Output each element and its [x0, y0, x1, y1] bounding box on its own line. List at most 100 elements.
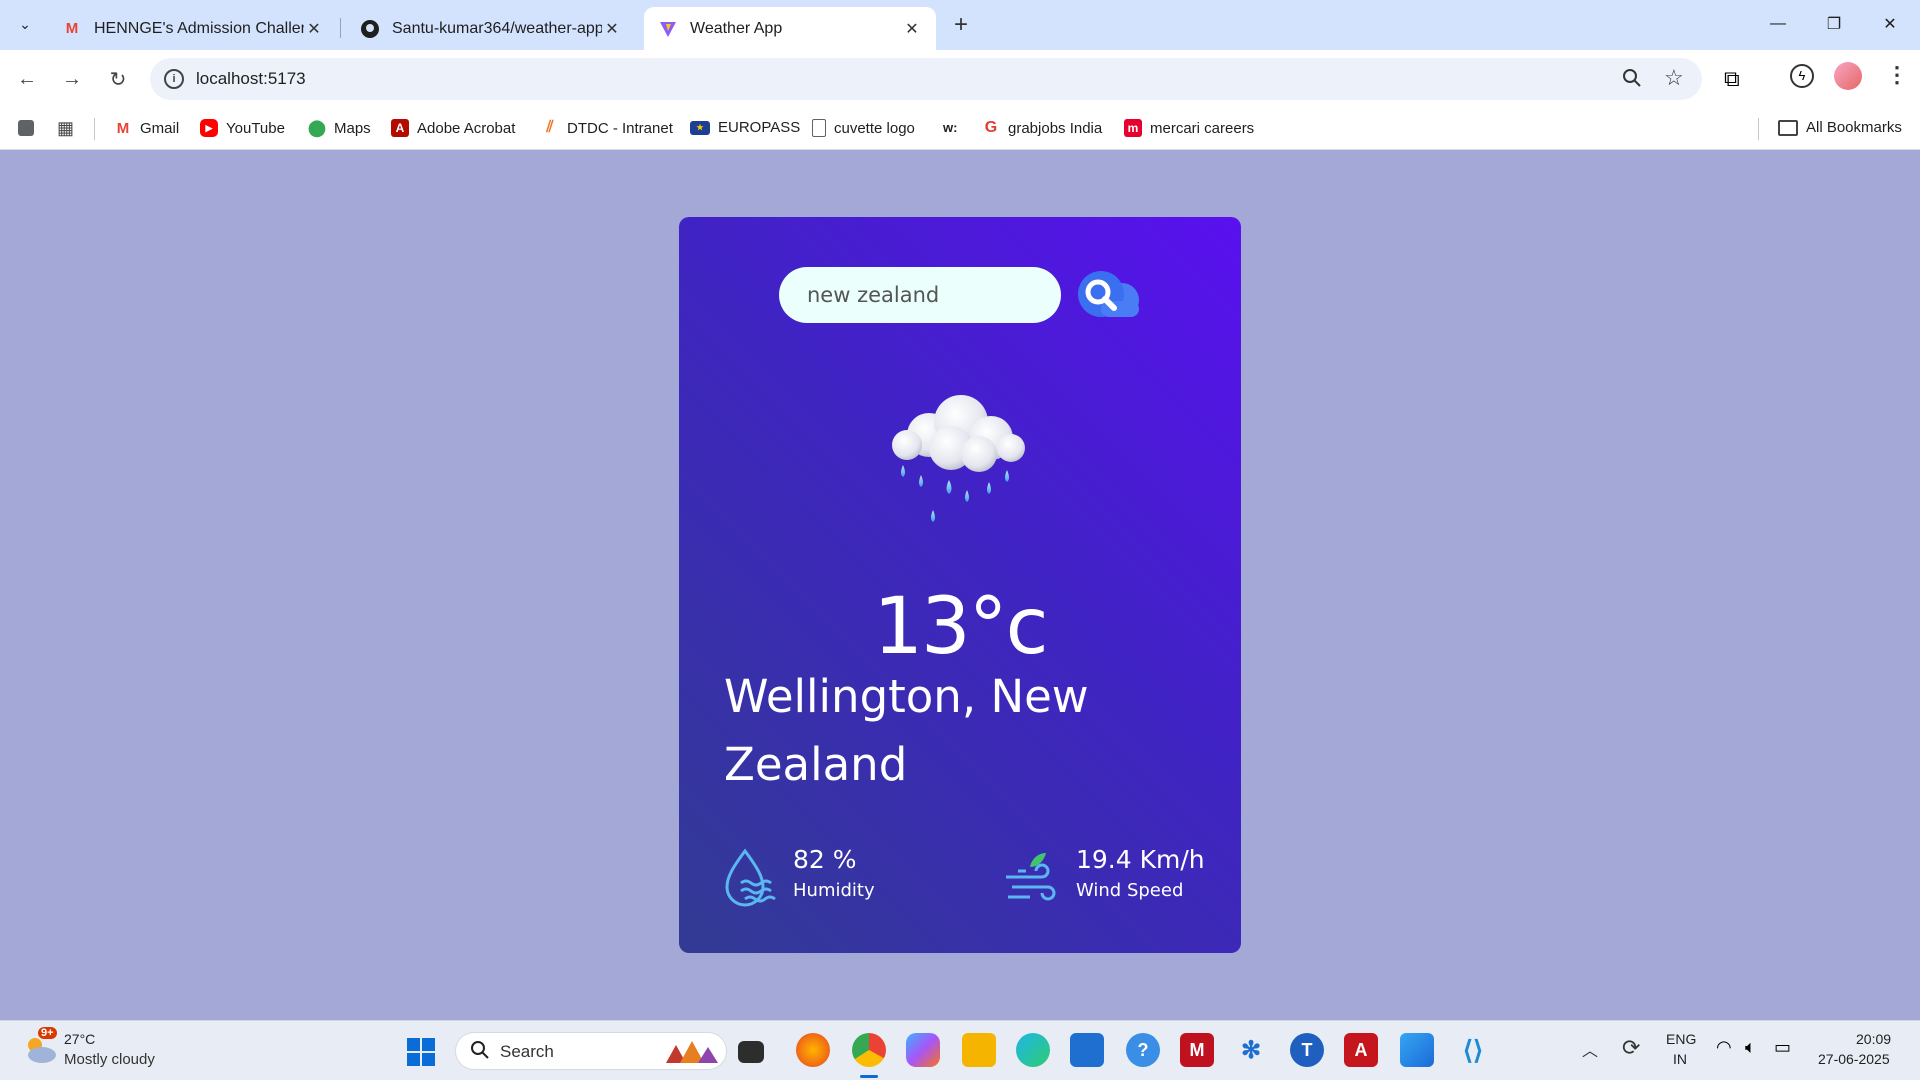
bookmark-label: Adobe Acrobat	[417, 119, 516, 137]
close-icon[interactable]: ✕	[902, 19, 922, 39]
eu-flag-icon: ★	[690, 120, 710, 135]
weather-widget[interactable]: 9+	[22, 1027, 58, 1067]
bookmarks-bar: ▦ M Gmail ▶ YouTube ⬤ Maps A Adobe Acrob…	[0, 108, 1920, 150]
gmail-icon: M	[65, 20, 79, 37]
tab-github[interactable]: Santu-kumar364/weather-app: ✕	[346, 7, 636, 50]
snipping-icon[interactable]: ✻	[1234, 1033, 1268, 1067]
zoom-icon[interactable]	[1622, 68, 1642, 94]
clock-date[interactable]: 27-06-2025	[1818, 1051, 1890, 1067]
file-explorer-icon[interactable]	[962, 1033, 996, 1067]
menu-dots-icon[interactable]: ⋮	[1886, 62, 1908, 88]
dtdc-icon: ⫽	[546, 119, 554, 136]
avatar[interactable]	[1834, 62, 1862, 90]
divider	[1758, 118, 1759, 140]
wind-value: 19.4 Km/h	[1076, 845, 1205, 874]
restore-button[interactable]: ❐	[1806, 0, 1862, 48]
windows-taskbar: 9+ 27°C Mostly cloudy Search ? M ✻ T A ⟨…	[0, 1020, 1920, 1080]
acrobat-icon[interactable]: A	[1344, 1033, 1378, 1067]
help-icon[interactable]: ?	[1126, 1033, 1160, 1067]
firefox-icon[interactable]	[796, 1033, 830, 1067]
edge-icon[interactable]	[1016, 1033, 1050, 1067]
clock-time[interactable]: 20:09	[1856, 1031, 1891, 1047]
weather-card: 13°c Wellington, New Zealand 82 % Humidi…	[679, 217, 1241, 953]
city-search-input[interactable]	[779, 267, 1061, 323]
bookmark-mercari[interactable]: m mercari careers	[1124, 119, 1254, 137]
wifi-icon[interactable]: ◠	[1716, 1037, 1732, 1058]
taskbar-search[interactable]: Search	[455, 1032, 727, 1070]
bookmark-dtdc[interactable]: ⫽ DTDC - Intranet	[541, 119, 673, 137]
reload-button[interactable]: ↻	[103, 64, 133, 94]
bookmark-europass[interactable]: ★ EUROPASS	[690, 119, 800, 136]
back-button[interactable]: ←	[12, 64, 42, 94]
sync-icon[interactable]: ⟳	[1622, 1035, 1640, 1061]
app-icon[interactable]	[18, 120, 34, 136]
copilot-icon[interactable]	[906, 1033, 940, 1067]
arrow-right-icon: →	[62, 67, 82, 90]
chevron-up-icon[interactable]: ︿	[1582, 1037, 1598, 1061]
site-info-icon[interactable]: i	[164, 69, 184, 89]
url-text[interactable]: localhost:5173	[196, 69, 306, 89]
windows-logo-icon	[407, 1038, 435, 1066]
w-icon[interactable]: w:	[943, 120, 957, 135]
github-icon	[360, 19, 380, 39]
tab-weather-app[interactable]: Weather App ✕	[644, 7, 936, 50]
star-icon[interactable]: ☆	[1664, 65, 1684, 91]
performance-icon[interactable]: ϟ	[1790, 64, 1814, 88]
extensions-icon[interactable]: ⧉	[1724, 66, 1740, 92]
gmail-icon: M	[116, 119, 130, 137]
bookmark-label: Maps	[334, 119, 371, 137]
bookmark-label: YouTube	[226, 119, 285, 137]
tab-henngé[interactable]: M HENNGE's Admission Challenge ✕	[48, 7, 338, 50]
weather-temp[interactable]: 27°C	[64, 1031, 95, 1047]
vscode-icon[interactable]: ⟨⟩	[1456, 1033, 1490, 1067]
search-icon	[470, 1040, 490, 1066]
bookmark-youtube[interactable]: ▶ YouTube	[200, 119, 285, 137]
start-button[interactable]	[406, 1037, 436, 1067]
close-icon[interactable]: ✕	[304, 19, 324, 39]
active-indicator	[860, 1075, 878, 1078]
volume-icon[interactable]: 🔈︎	[1745, 1037, 1756, 1058]
language-bottom[interactable]: IN	[1673, 1051, 1687, 1067]
bookmark-grabjobs[interactable]: G grabjobs India	[982, 119, 1102, 137]
new-tab-button[interactable]: +	[946, 10, 976, 40]
all-bookmarks-button[interactable]: All Bookmarks	[1778, 119, 1902, 136]
close-icon: ✕	[1883, 16, 1897, 33]
bookmark-label: DTDC - Intranet	[567, 119, 673, 137]
rain-cloud-icon	[879, 390, 1039, 530]
apps-grid-icon[interactable]: ▦	[57, 118, 74, 139]
plus-icon: +	[953, 11, 968, 38]
wind-label: Wind Speed	[1076, 880, 1184, 901]
mcafee-icon[interactable]: M	[1180, 1033, 1214, 1067]
bookmark-cuvette[interactable]: cuvette logo	[812, 119, 915, 137]
mercari-icon: m	[1124, 119, 1142, 137]
tab-title: HENNGE's Admission Challenge	[94, 19, 304, 37]
file-icon	[812, 119, 826, 137]
weather-desc[interactable]: Mostly cloudy	[64, 1051, 155, 1068]
address-bar[interactable]: i localhost:5173 ☆	[150, 58, 1702, 100]
tab-search-button[interactable]: ⌄	[10, 9, 40, 39]
bookmark-gmail[interactable]: M Gmail	[114, 119, 179, 137]
language-top[interactable]: ENG	[1666, 1031, 1696, 1047]
photos-icon[interactable]	[1400, 1033, 1434, 1067]
close-icon[interactable]: ✕	[602, 19, 622, 39]
minimize-button[interactable]: —	[1750, 0, 1806, 48]
task-view-icon[interactable]	[738, 1041, 764, 1063]
page-viewport: 13°c Wellington, New Zealand 82 % Humidi…	[0, 150, 1920, 1020]
bookmark-maps[interactable]: ⬤ Maps	[308, 119, 371, 138]
store-icon[interactable]	[1070, 1033, 1104, 1067]
notification-badge: 9+	[38, 1027, 57, 1039]
vite-icon	[658, 19, 678, 39]
bookmark-acrobat[interactable]: A Adobe Acrobat	[391, 119, 515, 137]
close-window-button[interactable]: ✕	[1862, 0, 1918, 48]
humidity-value: 82 %	[793, 845, 857, 874]
tab-strip: ⌄ M HENNGE's Admission Challenge ✕ Santu…	[0, 0, 1920, 50]
tab-title: Santu-kumar364/weather-app:	[392, 19, 602, 37]
battery-icon[interactable]: ▭	[1774, 1037, 1791, 1058]
tab-title: Weather App	[690, 19, 783, 37]
bookmark-label: grabjobs India	[1008, 119, 1103, 137]
tab-divider	[340, 18, 341, 38]
t-app-icon[interactable]: T	[1290, 1033, 1324, 1067]
chrome-icon[interactable]	[852, 1033, 886, 1067]
forward-button[interactable]: →	[57, 64, 87, 94]
search-button[interactable]	[1074, 269, 1144, 321]
